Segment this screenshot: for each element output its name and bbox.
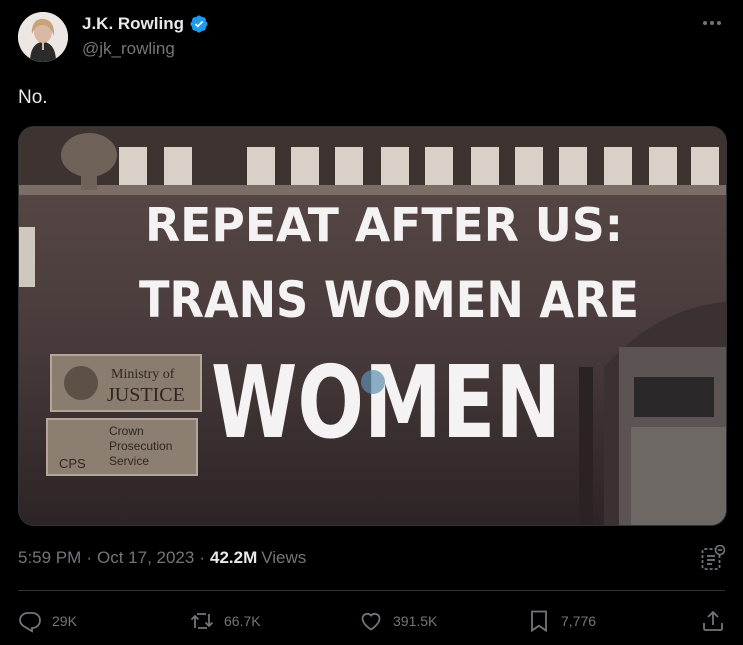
- more-options-button[interactable]: [699, 12, 725, 34]
- media-photo: Ministry of JUSTICE Crown Prosecution Se…: [19, 127, 726, 525]
- plaque-cps-line1: Crown: [109, 424, 144, 438]
- views-label: Views: [261, 548, 307, 567]
- avatar-image: [18, 12, 68, 62]
- plaque-cps-line2: Prosecution: [109, 439, 172, 453]
- like-icon: [361, 613, 381, 631]
- bookmark-icon: [531, 610, 547, 633]
- bookmark-button[interactable]: 7,776: [527, 605, 596, 637]
- divider: [18, 590, 725, 591]
- plaque-cps-line3: Service: [109, 454, 149, 468]
- share-button[interactable]: [701, 605, 725, 637]
- verified-badge-icon: [190, 15, 208, 33]
- bookmark-count: 7,776: [561, 613, 597, 629]
- views-count: 42.2M: [210, 548, 258, 567]
- display-name-text: J.K. Rowling: [82, 14, 184, 33]
- reply-icon: [19, 612, 41, 633]
- tweet-media-image[interactable]: Ministry of JUSTICE Crown Prosecution Se…: [18, 126, 727, 526]
- tweet-date[interactable]: Oct 17, 2023: [97, 548, 194, 568]
- plaque-cps-abbr: CPS: [59, 456, 86, 471]
- tweet-meta: 5:59 PM · Oct 17, 2023 · 42.2M Views: [18, 548, 306, 568]
- repost-icon: [190, 613, 214, 629]
- avatar[interactable]: [18, 12, 68, 62]
- view-analytics-button[interactable]: [701, 544, 726, 571]
- plaque-ministry-line1: Ministry of: [111, 367, 175, 382]
- like-button[interactable]: 391.5K: [359, 605, 437, 637]
- reply-button[interactable]: 29K: [18, 605, 77, 637]
- tweet-time[interactable]: 5:59 PM: [18, 548, 81, 568]
- projection-line1: REPEAT AFTER US:: [145, 198, 623, 252]
- meta-separator: ·: [199, 548, 205, 567]
- repost-count: 66.7K: [224, 613, 261, 629]
- analytics-icon: [701, 544, 726, 570]
- share-icon: [703, 610, 723, 631]
- repost-button[interactable]: 66.7K: [190, 605, 261, 637]
- plaque-ministry-line2: JUSTICE: [107, 384, 185, 406]
- author-handle[interactable]: @jk_rowling: [82, 39, 175, 59]
- more-icon: [703, 21, 721, 25]
- reply-count: 29K: [52, 613, 77, 629]
- projection-line3: WOMEN: [211, 344, 561, 461]
- tweet-text: No.: [18, 87, 48, 108]
- author-name[interactable]: J.K. Rowling: [82, 14, 209, 34]
- like-count: 391.5K: [393, 613, 438, 629]
- meta-separator: ·: [86, 548, 92, 567]
- tweet-actions: 29K 66.7K 391.5K 7,776: [18, 605, 725, 637]
- projection-line2: TRANS WOMEN ARE: [139, 271, 639, 329]
